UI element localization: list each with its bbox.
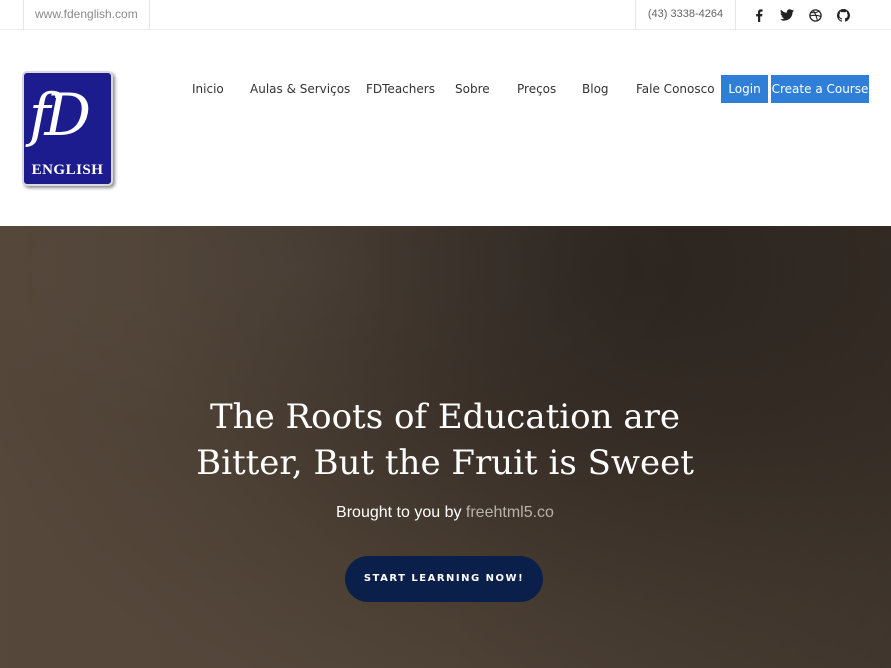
nav-item-precos[interactable]: Preços: [517, 75, 556, 103]
top-bar: www.fdenglish.com (43) 3338-4264: [0, 0, 891, 30]
hero-section: The Roots of Education are Bitter, But t…: [0, 226, 891, 668]
start-learning-button[interactable]: START LEARNING NOW!: [345, 556, 543, 602]
nav-item-inicio[interactable]: Inicio: [192, 75, 224, 103]
nav-item-fdteachers[interactable]: FDTeachers: [366, 75, 435, 103]
hero-title-line-2: Bitter, But the Fruit is Sweet: [196, 443, 694, 483]
create-course-button[interactable]: Create a Course: [771, 75, 869, 103]
twitter-icon[interactable]: [773, 2, 801, 28]
freehtml5-link[interactable]: freehtml5.co: [466, 504, 554, 521]
site-header: fD ENGLISH Inicio Aulas & Serviços FDTea…: [0, 31, 891, 226]
nav-item-blog[interactable]: Blog: [582, 75, 609, 103]
social-links: [745, 0, 857, 30]
hero-subtitle-prefix: Brought to you by: [336, 504, 466, 521]
hero-title: The Roots of Education are Bitter, But t…: [145, 394, 745, 486]
dribbble-icon[interactable]: [801, 2, 829, 28]
facebook-icon[interactable]: [745, 2, 773, 28]
nav-item-sobre[interactable]: Sobre: [455, 75, 490, 103]
nav-item-aulas-servicos[interactable]: Aulas & Serviços: [250, 75, 350, 103]
phone-number: (43) 3338-4264: [635, 0, 736, 30]
site-url[interactable]: www.fdenglish.com: [23, 0, 150, 30]
nav-item-fale-conosco[interactable]: Fale Conosco: [636, 75, 715, 103]
login-button[interactable]: Login: [721, 75, 768, 103]
hero-subtitle: Brought to you by freehtml5.co: [145, 504, 745, 522]
hero-title-line-1: The Roots of Education are: [210, 397, 680, 437]
github-icon[interactable]: [829, 2, 857, 28]
logo-text: ENGLISH: [31, 162, 104, 178]
main-nav: Inicio Aulas & Serviços FDTeachers Sobre…: [0, 75, 891, 103]
